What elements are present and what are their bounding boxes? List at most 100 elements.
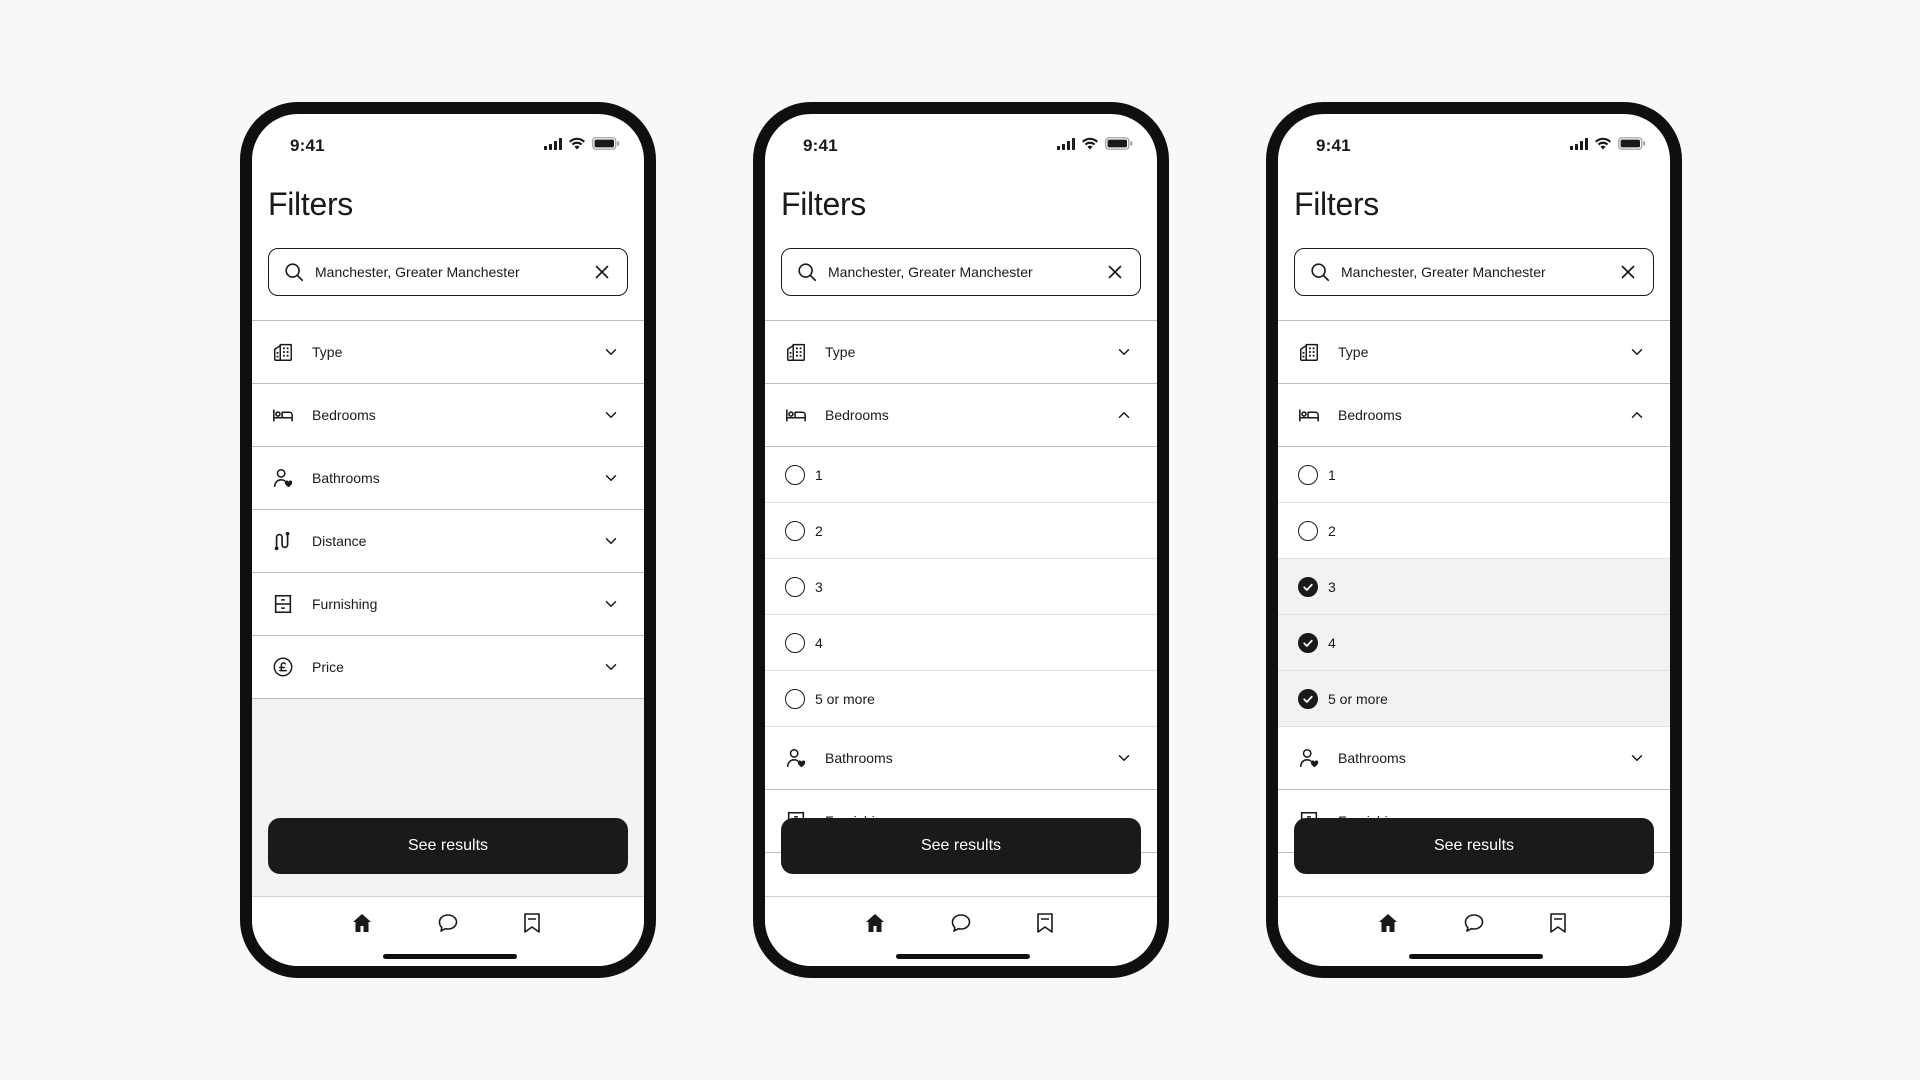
- option-label: 1: [815, 466, 823, 483]
- building-icon: [1298, 341, 1320, 363]
- option-label: 1: [1328, 466, 1336, 483]
- chat-icon[interactable]: [949, 911, 973, 935]
- radio-button[interactable]: [785, 464, 805, 485]
- search-input[interactable]: [315, 264, 591, 280]
- bedroom-option[interactable]: 1: [1278, 447, 1670, 503]
- radio-button-checked[interactable]: [1298, 576, 1318, 597]
- check-icon: [1299, 633, 1317, 653]
- pound-icon: [272, 656, 294, 678]
- home-indicator: [1409, 954, 1543, 959]
- filter-type[interactable]: Type: [765, 321, 1157, 384]
- check-icon: [1299, 689, 1317, 709]
- bedroom-option[interactable]: 3: [765, 559, 1157, 615]
- signal-icon: [1057, 138, 1075, 150]
- search-box[interactable]: [781, 248, 1141, 296]
- chevron-down-icon: [1115, 749, 1133, 767]
- radio-button[interactable]: [785, 688, 805, 709]
- radio-button[interactable]: [1298, 464, 1318, 485]
- bedroom-option-selected[interactable]: 3: [1278, 559, 1670, 615]
- bed-icon: [785, 404, 807, 426]
- page-title: Filters: [268, 186, 354, 222]
- chevron-down-icon: [602, 406, 620, 424]
- bedroom-option[interactable]: 4: [765, 615, 1157, 671]
- search-box[interactable]: [268, 248, 628, 296]
- option-label: 2: [1328, 522, 1336, 539]
- search-icon: [1309, 261, 1331, 283]
- screen: 9:41 Filters Type Bedrooms: [252, 114, 644, 966]
- radio-button[interactable]: [785, 632, 805, 653]
- filter-bathrooms[interactable]: Bathrooms: [1278, 727, 1670, 790]
- chat-icon[interactable]: [436, 911, 460, 935]
- option-label: 4: [815, 634, 823, 651]
- route-icon: [272, 530, 294, 552]
- filter-bathrooms[interactable]: Bathrooms: [765, 727, 1157, 790]
- option-label: 4: [1328, 634, 1336, 651]
- chevron-down-icon: [602, 532, 620, 550]
- home-icon[interactable]: [863, 911, 887, 935]
- status-time: 9:41: [1316, 136, 1351, 155]
- status-time: 9:41: [290, 136, 325, 155]
- filter-bedrooms[interactable]: Bedrooms: [765, 384, 1157, 447]
- radio-button[interactable]: [785, 520, 805, 541]
- close-icon[interactable]: [1104, 261, 1126, 283]
- filter-type[interactable]: Type: [252, 321, 644, 384]
- chevron-down-icon: [602, 469, 620, 487]
- filter-bathrooms[interactable]: Bathrooms: [252, 447, 644, 510]
- filter-label: Type: [825, 344, 856, 360]
- bedroom-option[interactable]: 2: [765, 503, 1157, 559]
- bookmark-icon[interactable]: [520, 911, 544, 935]
- see-results-button[interactable]: See results: [268, 818, 628, 874]
- filter-furnishing[interactable]: Furnishing: [252, 573, 644, 636]
- radio-button-checked[interactable]: [1298, 688, 1318, 709]
- status-icons: [1057, 137, 1133, 150]
- battery-icon: [1105, 137, 1133, 150]
- filter-bedrooms[interactable]: Bedrooms: [252, 384, 644, 447]
- chevron-down-icon: [1628, 749, 1646, 767]
- close-icon[interactable]: [1617, 261, 1639, 283]
- filter-label: Bathrooms: [312, 470, 380, 486]
- bedroom-option-selected[interactable]: 5 or more: [1278, 671, 1670, 727]
- search-box[interactable]: [1294, 248, 1654, 296]
- status-bar: 9:41: [765, 130, 1157, 158]
- option-label: 5 or more: [815, 690, 875, 707]
- bookmark-icon[interactable]: [1033, 911, 1057, 935]
- chat-icon[interactable]: [1462, 911, 1486, 935]
- signal-icon: [1570, 138, 1588, 150]
- see-results-button[interactable]: See results: [781, 818, 1141, 874]
- home-icon[interactable]: [1376, 911, 1400, 935]
- see-results-button[interactable]: See results: [1294, 818, 1654, 874]
- filter-distance[interactable]: Distance: [252, 510, 644, 573]
- filter-bedrooms[interactable]: Bedrooms: [1278, 384, 1670, 447]
- status-bar: 9:41: [1278, 130, 1670, 158]
- bookmark-icon[interactable]: [1546, 911, 1570, 935]
- option-label: 3: [1328, 578, 1336, 595]
- home-icon[interactable]: [350, 911, 374, 935]
- filter-type[interactable]: Type: [1278, 321, 1670, 384]
- filter-label: Type: [312, 344, 343, 360]
- filter-label: Bedrooms: [1338, 407, 1402, 423]
- phone-filters-bedrooms-selected: 9:41 Filters Type Bedrooms: [1266, 102, 1682, 978]
- radio-button[interactable]: [785, 576, 805, 597]
- phone-filters-collapsed: 9:41 Filters Type Bedrooms: [240, 102, 656, 978]
- bedroom-option[interactable]: 5 or more: [765, 671, 1157, 727]
- home-indicator: [383, 954, 517, 959]
- filter-price[interactable]: Price: [252, 636, 644, 699]
- search-input[interactable]: [1341, 264, 1617, 280]
- bedroom-option[interactable]: 2: [1278, 503, 1670, 559]
- building-icon: [272, 341, 294, 363]
- bedroom-option[interactable]: 1: [765, 447, 1157, 503]
- search-input[interactable]: [828, 264, 1104, 280]
- filter-label: Type: [1338, 344, 1369, 360]
- radio-button-checked[interactable]: [1298, 632, 1318, 653]
- status-bar: 9:41: [252, 130, 644, 158]
- close-icon[interactable]: [591, 261, 613, 283]
- home-indicator: [896, 954, 1030, 959]
- filter-label: Bathrooms: [825, 750, 893, 766]
- filter-label: Price: [312, 659, 344, 675]
- bedroom-option-selected[interactable]: 4: [1278, 615, 1670, 671]
- radio-button[interactable]: [1298, 520, 1318, 541]
- status-icons: [1570, 137, 1646, 150]
- chevron-down-icon: [1115, 343, 1133, 361]
- page-title: Filters: [781, 186, 867, 222]
- person-heart-icon: [785, 747, 807, 769]
